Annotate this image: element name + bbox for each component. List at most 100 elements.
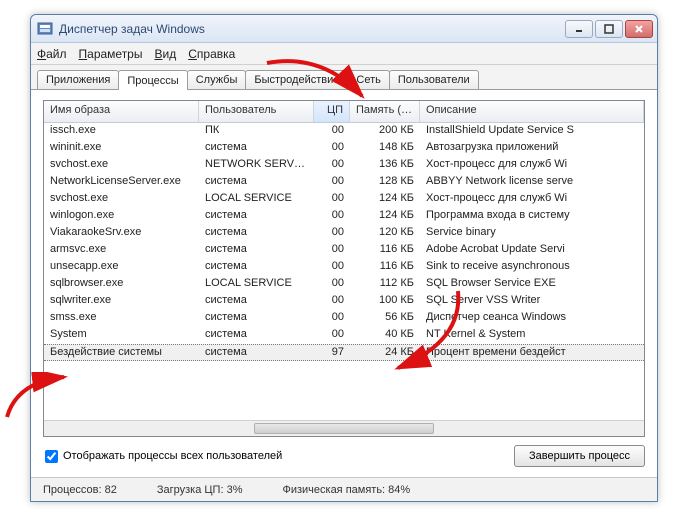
cell-image: svchost.exe bbox=[44, 191, 199, 208]
cell-image: NetworkLicenseServer.exe bbox=[44, 174, 199, 191]
task-manager-window: Диспетчер задач Windows Файл Параметры В… bbox=[30, 14, 658, 502]
cell-memory: 40 КБ bbox=[350, 327, 420, 344]
cell-image: issch.exe bbox=[44, 123, 199, 140]
titlebar[interactable]: Диспетчер задач Windows bbox=[31, 15, 657, 43]
table-row[interactable]: wininit.exeсистема00148 КБАвтозагрузка п… bbox=[44, 140, 644, 157]
window-title: Диспетчер задач Windows bbox=[59, 22, 565, 36]
menu-options[interactable]: Параметры bbox=[79, 47, 143, 61]
cell-description: Service binary bbox=[420, 225, 644, 242]
cell-memory: 100 КБ bbox=[350, 293, 420, 310]
cell-description: SQL Server VSS Writer bbox=[420, 293, 644, 310]
horizontal-scrollbar[interactable] bbox=[44, 420, 644, 436]
column-user[interactable]: Пользователь bbox=[199, 101, 314, 122]
column-image[interactable]: Имя образа bbox=[44, 101, 199, 122]
table-row[interactable]: sqlbrowser.exeLOCAL SERVICE00112 КБSQL B… bbox=[44, 276, 644, 293]
end-process-button[interactable]: Завершить процесс bbox=[514, 445, 645, 467]
cell-image: svchost.exe bbox=[44, 157, 199, 174]
process-list: Имя образа Пользователь ЦП Память (ч... … bbox=[43, 100, 645, 437]
menubar: Файл Параметры Вид Справка bbox=[31, 43, 657, 65]
cell-image: sqlbrowser.exe bbox=[44, 276, 199, 293]
table-row[interactable]: issch.exeПК00200 КБInstallShield Update … bbox=[44, 123, 644, 140]
statusbar: Процессов: 82 Загрузка ЦП: 3% Физическая… bbox=[31, 477, 657, 501]
cell-user: система bbox=[199, 259, 314, 276]
table-row[interactable]: Бездействие системысистема9724 КБПроцент… bbox=[44, 344, 644, 361]
cell-image: unsecapp.exe bbox=[44, 259, 199, 276]
footer-row: Отображать процессы всех пользователей З… bbox=[43, 437, 645, 471]
cell-memory: 24 КБ bbox=[350, 345, 420, 360]
table-row[interactable]: winlogon.exeсистема00124 КБПрограмма вхо… bbox=[44, 208, 644, 225]
cell-image: smss.exe bbox=[44, 310, 199, 327]
cell-description: ABBYY Network license serve bbox=[420, 174, 644, 191]
maximize-button[interactable] bbox=[595, 20, 623, 38]
cell-memory: 136 КБ bbox=[350, 157, 420, 174]
tab-services[interactable]: Службы bbox=[187, 70, 247, 89]
table-row[interactable]: svchost.exeNETWORK SERVICE00136 КБХост-п… bbox=[44, 157, 644, 174]
table-row[interactable]: smss.exeсистема0056 КБДиспетчер сеанса W… bbox=[44, 310, 644, 327]
window-controls bbox=[565, 20, 653, 38]
cell-memory: 112 КБ bbox=[350, 276, 420, 293]
cell-user: система bbox=[199, 208, 314, 225]
menu-view[interactable]: Вид bbox=[154, 47, 176, 61]
scrollbar-thumb[interactable] bbox=[254, 423, 434, 434]
table-row[interactable]: unsecapp.exeсистема00116 КБSink to recei… bbox=[44, 259, 644, 276]
menu-file[interactable]: Файл bbox=[37, 47, 67, 61]
tabstrip: Приложения Процессы Службы Быстродействи… bbox=[31, 65, 657, 89]
cell-memory: 120 КБ bbox=[350, 225, 420, 242]
cell-description: Диспетчер сеанса Windows bbox=[420, 310, 644, 327]
cell-memory: 124 КБ bbox=[350, 208, 420, 225]
tab-applications[interactable]: Приложения bbox=[37, 70, 119, 89]
cell-cpu: 00 bbox=[314, 310, 350, 327]
status-cpu: Загрузка ЦП: 3% bbox=[157, 484, 243, 496]
table-row[interactable]: armsvc.exeсистема00116 КБAdobe Acrobat U… bbox=[44, 242, 644, 259]
cell-memory: 148 КБ bbox=[350, 140, 420, 157]
list-header: Имя образа Пользователь ЦП Память (ч... … bbox=[44, 101, 644, 123]
cell-memory: 116 КБ bbox=[350, 259, 420, 276]
cell-image: System bbox=[44, 327, 199, 344]
tab-processes[interactable]: Процессы bbox=[118, 70, 187, 90]
cell-cpu: 00 bbox=[314, 242, 350, 259]
cell-user: система bbox=[199, 140, 314, 157]
tab-network[interactable]: Сеть bbox=[347, 70, 389, 89]
column-description[interactable]: Описание bbox=[420, 101, 644, 122]
app-icon bbox=[37, 21, 53, 37]
tab-users[interactable]: Пользователи bbox=[389, 70, 479, 89]
cell-memory: 116 КБ bbox=[350, 242, 420, 259]
cell-cpu: 00 bbox=[314, 123, 350, 140]
table-row[interactable]: Systemсистема0040 КБNT Kernel & System bbox=[44, 327, 644, 344]
cell-description: Хост-процесс для служб Wi bbox=[420, 157, 644, 174]
table-row[interactable]: ViakaraokeSrv.exeсистема00120 КБService … bbox=[44, 225, 644, 242]
cell-cpu: 00 bbox=[314, 259, 350, 276]
table-row[interactable]: sqlwriter.exeсистема00100 КБSQL Server V… bbox=[44, 293, 644, 310]
cell-cpu: 97 bbox=[314, 345, 350, 360]
cell-description: Adobe Acrobat Update Servi bbox=[420, 242, 644, 259]
cell-image: wininit.exe bbox=[44, 140, 199, 157]
close-button[interactable] bbox=[625, 20, 653, 38]
cell-image: armsvc.exe bbox=[44, 242, 199, 259]
cell-cpu: 00 bbox=[314, 191, 350, 208]
cell-user: LOCAL SERVICE bbox=[199, 276, 314, 293]
cell-cpu: 00 bbox=[314, 208, 350, 225]
cell-description: SQL Browser Service EXE bbox=[420, 276, 644, 293]
show-all-users-checkbox[interactable]: Отображать процессы всех пользователей bbox=[43, 450, 282, 463]
cell-user: система bbox=[199, 174, 314, 191]
show-all-users-input[interactable] bbox=[45, 450, 58, 463]
cell-user: система bbox=[199, 293, 314, 310]
cell-user: система bbox=[199, 310, 314, 327]
cell-cpu: 00 bbox=[314, 293, 350, 310]
cell-description: Автозагрузка приложений bbox=[420, 140, 644, 157]
cell-image: Бездействие системы bbox=[44, 345, 199, 360]
column-memory[interactable]: Память (ч... bbox=[350, 101, 420, 122]
cell-user: ПК bbox=[199, 123, 314, 140]
table-row[interactable]: svchost.exeLOCAL SERVICE00124 КБХост-про… bbox=[44, 191, 644, 208]
cell-user: LOCAL SERVICE bbox=[199, 191, 314, 208]
column-cpu[interactable]: ЦП bbox=[314, 101, 350, 122]
menu-help[interactable]: Справка bbox=[188, 47, 235, 61]
tab-content: Имя образа Пользователь ЦП Память (ч... … bbox=[31, 89, 657, 477]
tab-performance[interactable]: Быстродействие bbox=[245, 70, 348, 89]
cell-description: Хост-процесс для служб Wi bbox=[420, 191, 644, 208]
cell-cpu: 00 bbox=[314, 225, 350, 242]
minimize-button[interactable] bbox=[565, 20, 593, 38]
table-row[interactable]: NetworkLicenseServer.exeсистема00128 КБA… bbox=[44, 174, 644, 191]
list-body[interactable]: issch.exeПК00200 КБInstallShield Update … bbox=[44, 123, 644, 420]
cell-description: Sink to receive asynchronous bbox=[420, 259, 644, 276]
